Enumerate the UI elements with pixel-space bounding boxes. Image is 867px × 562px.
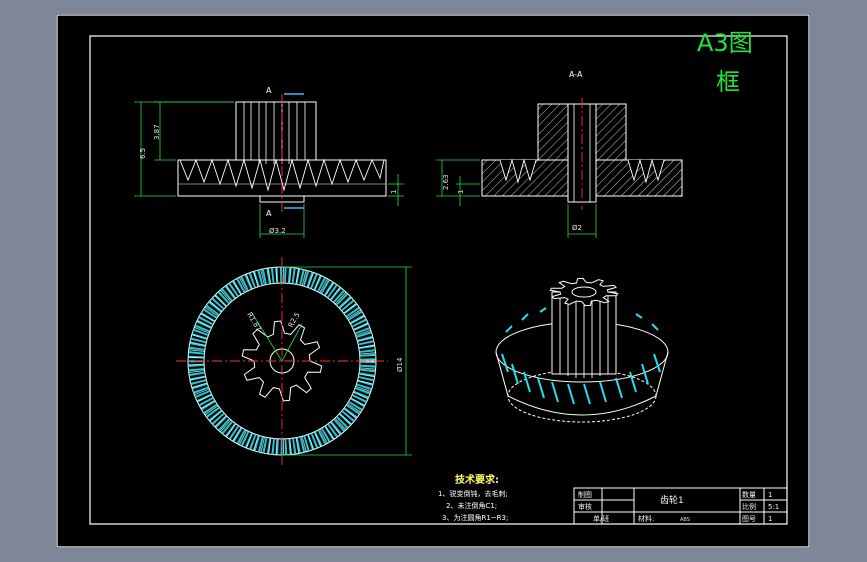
tb-part-name: 齿轮1 bbox=[660, 494, 684, 506]
front-hub-splines bbox=[243, 102, 306, 164]
section-marker-bottom: A bbox=[266, 209, 272, 218]
tb-drawing-no-value: 1 bbox=[768, 515, 772, 523]
dim-section-height: 2.63 bbox=[442, 174, 450, 190]
tb-material-value: ABS bbox=[680, 517, 690, 523]
top-view: Ø14 R1.87 R2.5 bbox=[176, 257, 412, 465]
tb-drawing-no-label: 图号 bbox=[742, 515, 756, 523]
title-block: 制图 审核 单/班 齿轮1 材料: ABS 数量 1 比例 5:1 图号 1 bbox=[573, 487, 788, 525]
section-marker-top: A bbox=[266, 86, 272, 95]
section-title: A-A bbox=[569, 70, 583, 79]
tb-checked-label: 审核 bbox=[578, 502, 592, 511]
cad-drawing: A3图 框 A A 6.5 3.87 1 Ø3.2 A-A 2.63 1 Ø2 … bbox=[56, 14, 810, 548]
requirement-2: 2、未注倒角C1; bbox=[446, 501, 497, 510]
drawing-canvas: A3图 框 A A 6.5 3.87 1 Ø3.2 A-A 2.63 1 Ø2 … bbox=[56, 14, 810, 548]
dim-r1: R1.87 bbox=[245, 311, 262, 333]
dim-section-bore: Ø2 bbox=[572, 224, 582, 232]
outer-border bbox=[56, 14, 810, 548]
tb-scale-value: 5:1 bbox=[768, 503, 779, 511]
tb-material-label: 材料: bbox=[638, 514, 654, 523]
front-hub bbox=[235, 101, 317, 161]
tb-qty-label: 数量 bbox=[742, 490, 756, 499]
tb-scale-label: 比例 bbox=[742, 502, 756, 511]
dim-base: 1 bbox=[390, 190, 398, 194]
format-label-line1: A3图 bbox=[697, 29, 753, 57]
tb-qty-value: 1 bbox=[768, 491, 772, 499]
requirement-3: 3、为注圆角R1~R3; bbox=[442, 513, 508, 522]
front-view: A A 6.5 3.87 1 Ø3.2 bbox=[134, 86, 404, 238]
dim-height-total: 6.5 bbox=[139, 148, 147, 159]
isometric-view bbox=[495, 277, 669, 423]
technical-requirements: 技术要求: 1、锐变倒钝，去毛刺; 2、未注倒角C1; 3、为注圆角R1~R3; bbox=[438, 473, 508, 522]
dim-height-hub: 3.87 bbox=[153, 124, 161, 140]
dim-section-step: 1 bbox=[457, 190, 465, 194]
requirement-1: 1、锐变倒钝，去毛刺; bbox=[438, 489, 508, 498]
inner-border bbox=[89, 35, 788, 525]
dim-outer-diameter: Ø14 bbox=[396, 357, 404, 372]
tb-drawn-label: 制图 bbox=[578, 490, 592, 499]
dim-diameter: Ø3.2 bbox=[269, 227, 286, 235]
tb-unit-label: 单/班 bbox=[593, 514, 609, 523]
requirements-title: 技术要求: bbox=[455, 473, 499, 486]
section-view: A-A 2.63 1 Ø2 bbox=[436, 70, 683, 238]
format-label-line2: 框 bbox=[716, 68, 740, 96]
